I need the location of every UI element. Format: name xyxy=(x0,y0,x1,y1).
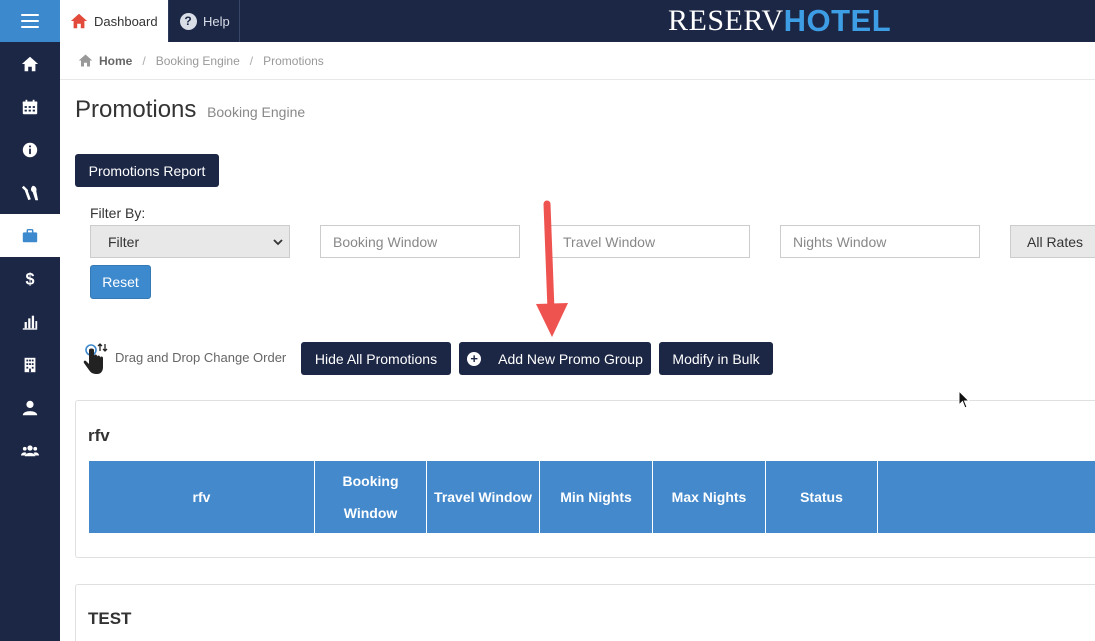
filter-select[interactable]: Filter xyxy=(90,225,290,258)
reset-button[interactable]: Reset xyxy=(90,265,151,299)
booking-window-input[interactable] xyxy=(320,225,520,258)
hide-all-promotions-button[interactable]: Hide All Promotions xyxy=(301,342,451,375)
logo-text-reserv: RESERV xyxy=(668,4,784,37)
sidebar-item-reports[interactable] xyxy=(0,300,60,343)
tab-dashboard[interactable]: Dashboard xyxy=(60,0,168,42)
sidebar-item-users[interactable] xyxy=(0,429,60,472)
drag-drop-hand-icon xyxy=(83,343,108,374)
briefcase-icon xyxy=(22,228,38,242)
top-navbar: Dashboard ? Help RESERV HOTEL xyxy=(0,0,1095,42)
nights-window-input[interactable] xyxy=(780,225,980,258)
users-icon xyxy=(21,444,39,456)
breadcrumb-current: Promotions xyxy=(263,53,324,68)
info-icon xyxy=(22,142,38,157)
sidebar-item-property[interactable] xyxy=(0,343,60,386)
tab-help-label: Help xyxy=(203,13,230,29)
breadcrumb-separator: / xyxy=(249,53,254,68)
rates-select-value: All Rates xyxy=(1027,233,1084,250)
mouse-cursor-icon xyxy=(958,390,971,409)
svg-text:$: $ xyxy=(25,270,34,288)
tools-icon xyxy=(21,185,39,200)
sidebar-item-user[interactable] xyxy=(0,386,60,429)
page-subtitle: Booking Engine xyxy=(207,104,306,120)
bar-chart-icon xyxy=(22,315,38,330)
tab-dashboard-label: Dashboard xyxy=(94,13,158,29)
promo-table-header: rfv Booking Window Travel Window Min Nig… xyxy=(89,461,1095,533)
plus-circle-icon: + xyxy=(467,351,482,366)
modify-in-bulk-button[interactable]: Modify in Bulk xyxy=(659,342,773,375)
annotation-arrow-icon xyxy=(536,200,568,337)
sidebar-item-home[interactable] xyxy=(0,42,60,85)
add-new-promo-group-label: Add New Promo Group xyxy=(498,350,643,367)
breadcrumb: Home / Booking Engine / Promotions xyxy=(60,42,1095,80)
sidebar-item-promotions[interactable] xyxy=(0,214,60,257)
promo-group-title: rfv xyxy=(88,426,110,445)
column-header-max-nights: Max Nights xyxy=(653,461,766,533)
logo-text-hotel: HOTEL xyxy=(783,3,892,38)
sidebar-item-calendar[interactable] xyxy=(0,85,60,128)
column-header-booking-window: Booking Window xyxy=(315,461,427,533)
help-icon: ? xyxy=(179,12,197,30)
hamburger-icon xyxy=(21,14,39,28)
breadcrumb-home-link[interactable]: Home xyxy=(99,54,132,68)
promotions-report-button[interactable]: Promotions Report xyxy=(75,154,219,187)
column-header-travel-window: Travel Window xyxy=(427,461,540,533)
building-icon xyxy=(24,357,36,372)
column-header-min-nights: Min Nights xyxy=(540,461,653,533)
sidebar: $ xyxy=(0,42,60,641)
home-icon xyxy=(78,54,93,67)
column-header-status: Status xyxy=(766,461,878,533)
home-icon xyxy=(21,56,39,71)
rates-select[interactable]: All Rates xyxy=(1010,225,1095,258)
home-icon xyxy=(70,12,88,30)
promo-group-title: TEST xyxy=(88,609,132,628)
sidebar-item-rates[interactable]: $ xyxy=(0,257,60,300)
menu-toggle-button[interactable] xyxy=(0,0,60,42)
breadcrumb-booking-engine-link[interactable]: Booking Engine xyxy=(156,54,240,68)
page-title-text: Promotions xyxy=(75,96,197,123)
sidebar-item-info[interactable] xyxy=(0,128,60,171)
add-new-promo-group-button[interactable]: + Add New Promo Group xyxy=(459,342,651,375)
brand-logo: RESERV HOTEL xyxy=(668,2,891,40)
chevron-down-icon xyxy=(273,239,283,246)
filter-label: Filter By: xyxy=(90,205,146,221)
drag-drop-hint: Drag and Drop Change Order xyxy=(115,350,287,365)
tab-help[interactable]: ? Help xyxy=(168,0,240,42)
travel-window-input[interactable] xyxy=(550,225,750,258)
filter-select-value: Filter xyxy=(108,233,140,250)
column-header-actions xyxy=(878,461,1095,533)
page-title: Promotions Booking Engine xyxy=(75,96,305,124)
calendar-icon xyxy=(22,99,38,114)
promo-group-panel xyxy=(75,584,1095,641)
dollar-icon: $ xyxy=(25,270,34,288)
sidebar-item-tools[interactable] xyxy=(0,171,60,214)
column-header-name: rfv xyxy=(89,461,315,533)
user-icon xyxy=(22,400,38,415)
breadcrumb-separator: / xyxy=(142,53,146,68)
